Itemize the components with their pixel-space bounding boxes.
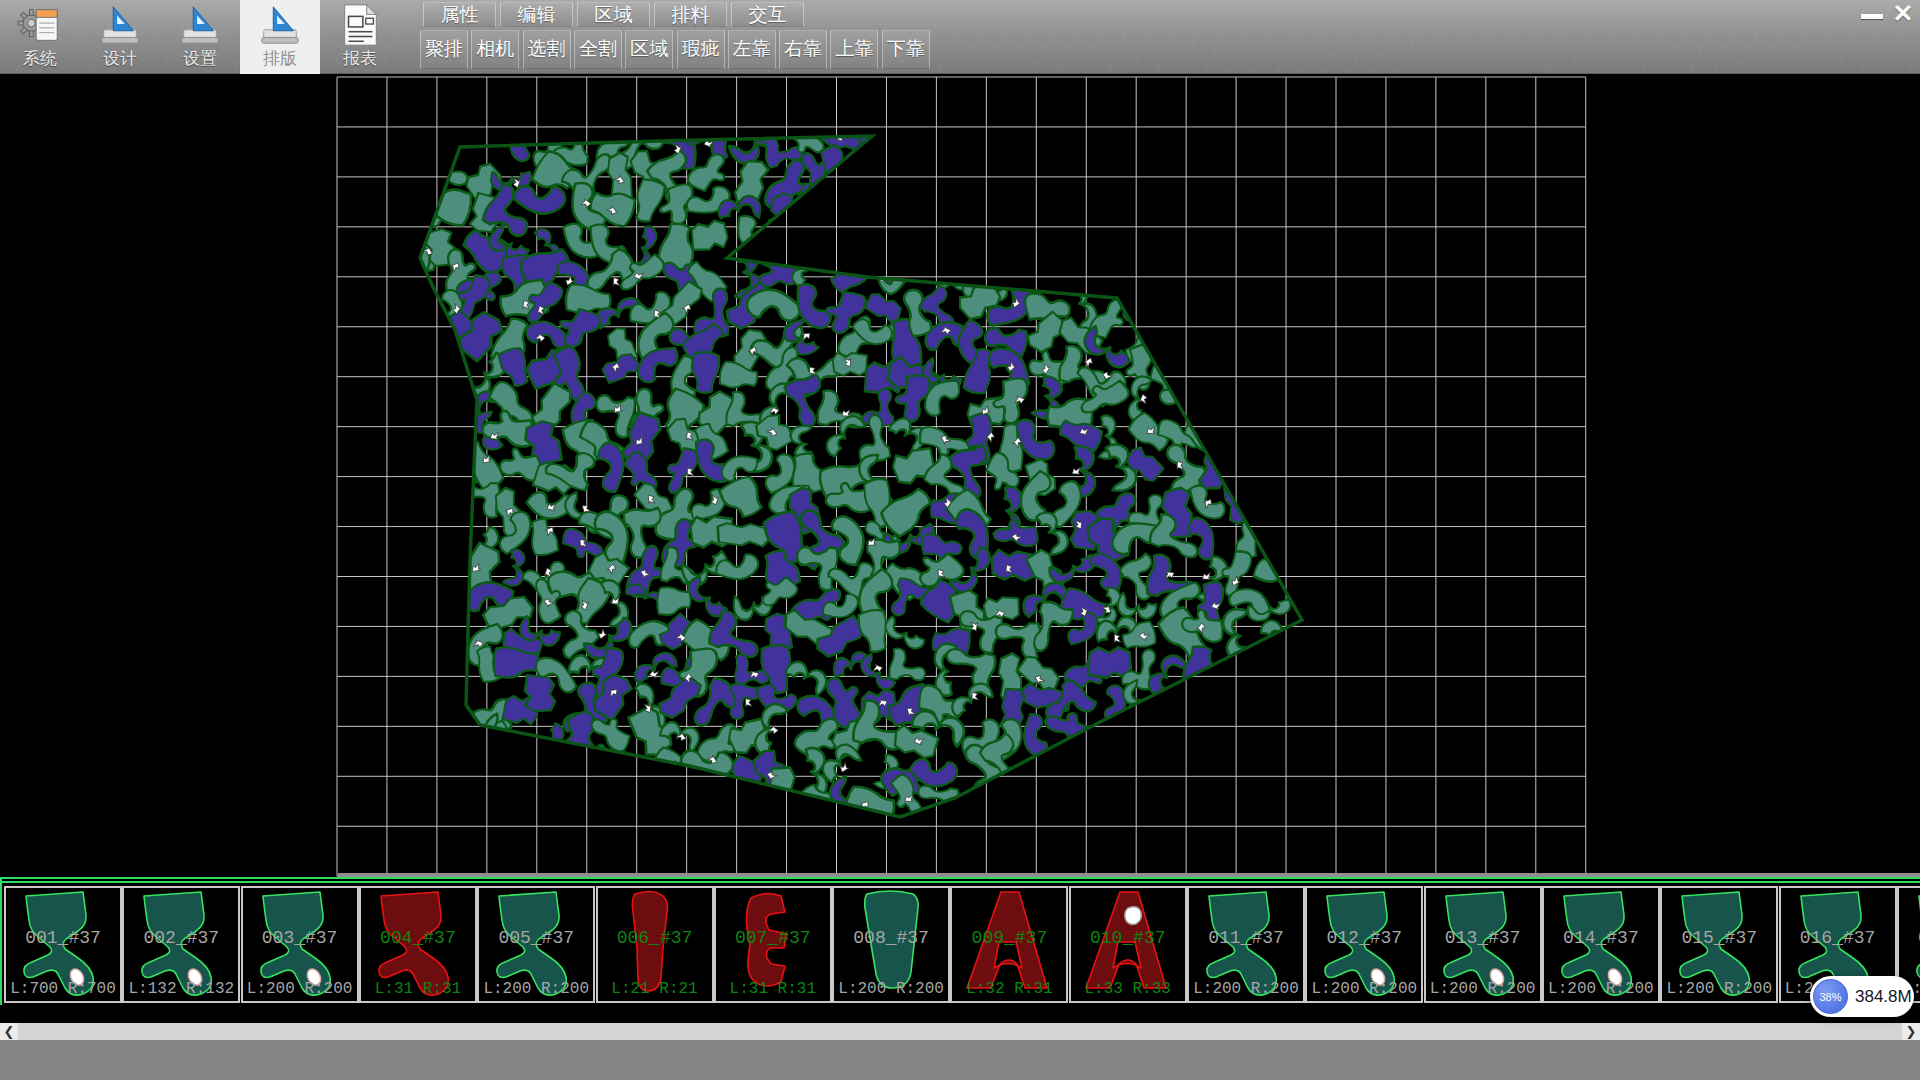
app-button-system[interactable]: 系统: [0, 0, 80, 74]
set-square-icon: [97, 2, 143, 48]
piece-thumbnail-007_#37[interactable]: 007_#37 L:31 R:31: [714, 886, 832, 1003]
piece-id-label: 010_#37: [1071, 928, 1185, 948]
set-square-icon: [257, 2, 303, 48]
app-button-report[interactable]: 报表: [320, 0, 400, 74]
scroll-right-button[interactable]: ❯: [1902, 1023, 1920, 1040]
app-button-label: 报表: [320, 47, 400, 70]
piece-id-label: 011_#37: [1189, 928, 1303, 948]
piece-lr-label: L:31 R:31: [361, 980, 475, 998]
piece-lr-label: L:200 R:200: [1426, 980, 1540, 998]
piece-lr-label: L:200 R:200: [479, 980, 593, 998]
piece-lr-label: L:200 R:200: [834, 980, 948, 998]
piece-lr-label: L:200 R:200: [1662, 980, 1776, 998]
piece-thumbnail-001_#37[interactable]: 001_#37 L:700 R:700: [4, 886, 122, 1003]
piece-thumbnail-004_#37[interactable]: 004_#37 L:31 R:31: [359, 886, 477, 1003]
tool-button-7[interactable]: 左靠: [728, 30, 776, 69]
tool-button-3[interactable]: 选割: [523, 30, 571, 69]
piece-thumbnail-002_#37[interactable]: 002_#37 L:132 R:132: [122, 886, 240, 1003]
close-icon: ✕: [1893, 0, 1914, 27]
piece-id-label: 005_#37: [479, 928, 593, 948]
set-square-icon: [177, 2, 223, 48]
menu-tab-4[interactable]: 排料: [654, 2, 727, 27]
status-footer: [0, 1040, 1920, 1080]
piece-lr-label: L:33 R:33: [1071, 980, 1185, 998]
memory-value: 384.8M: [1855, 976, 1912, 1017]
piece-id-label: 008_#37: [834, 928, 948, 948]
strip-separator-line: [0, 881, 1920, 883]
strip-left-edge: [0, 877, 2, 1005]
piece-id-label: 002_#37: [124, 928, 238, 948]
piece-id-label: 004_#37: [361, 928, 475, 948]
piece-id-label: 003_#37: [243, 928, 357, 948]
piece-thumbnail-008_#37[interactable]: 008_#37 L:200 R:200: [832, 886, 950, 1003]
tool-button-5[interactable]: 区域: [625, 30, 673, 69]
piece-lr-label: L:32 R:31: [952, 980, 1066, 998]
memory-usage-badge[interactable]: 38% 384.8M: [1810, 976, 1914, 1017]
piece-id-label: 014_#37: [1544, 928, 1658, 948]
menu-tab-1[interactable]: 属性: [423, 2, 496, 27]
menu-tab-2[interactable]: 编辑: [500, 2, 573, 27]
app-button-layout[interactable]: 排版: [240, 0, 320, 74]
usage-percent-indicator: 38%: [1813, 979, 1848, 1014]
report-document-icon: [337, 2, 383, 48]
app-button-design[interactable]: 设计: [80, 0, 160, 74]
tool-button-8[interactable]: 右靠: [779, 30, 827, 69]
nesting-canvas[interactable]: [0, 74, 1920, 877]
app-button-label: 系统: [0, 47, 80, 70]
piece-id-label: 012_#37: [1307, 928, 1421, 948]
close-button[interactable]: ✕: [1889, 0, 1917, 26]
piece-thumbnail-010_#37[interactable]: 010_#37 L:33 R:33: [1069, 886, 1187, 1003]
piece-thumbnail-009_#37[interactable]: 009_#37 L:32 R:31: [950, 886, 1068, 1003]
nesting-canvas-svg: [0, 74, 1920, 877]
piece-thumbnail-005_#37[interactable]: 005_#37 L:200 R:200: [477, 886, 595, 1003]
piece-thumbnail-003_#37[interactable]: 003_#37 L:200 R:200: [241, 886, 359, 1003]
minimize-button[interactable]: [1861, 12, 1885, 20]
piece-id-label: 017_#37: [1899, 928, 1920, 948]
piece-lr-label: L:31 R:31: [716, 980, 830, 998]
piece-lr-label: L:132 R:132: [124, 980, 238, 998]
piece-id-label: 016_#37: [1781, 928, 1895, 948]
strip-separator-line: [0, 877, 1920, 879]
scroll-left-button[interactable]: ❮: [0, 1023, 18, 1040]
tool-button-2[interactable]: 相机: [471, 30, 519, 69]
tool-button-6[interactable]: 瑕疵: [677, 30, 725, 69]
piece-lr-label: L:200 R:200: [243, 980, 357, 998]
piece-lr-label: L:200 R:200: [1544, 980, 1658, 998]
app-button-settings[interactable]: 设置: [160, 0, 240, 74]
titlebar: 系统设计设置排版报表 属性编辑区域排料交互 聚排相机选割全割区域瑕疵左靠右靠上靠…: [0, 0, 1920, 74]
app-button-label: 设置: [160, 47, 240, 70]
piece-thumbnail-013_#37[interactable]: 013_#37 L:200 R:200: [1424, 886, 1542, 1003]
piece-id-label: 006_#37: [598, 928, 712, 948]
minimize-icon: [1861, 14, 1883, 19]
piece-id-label: 013_#37: [1426, 928, 1540, 948]
app-button-label: 排版: [240, 47, 320, 70]
piece-thumbnail-strip: 001_#37L:700 R:700002_#37L:132 R:132003_…: [0, 877, 1920, 1023]
tool-button-4[interactable]: 全割: [574, 30, 622, 69]
gear-notebook-icon: [17, 2, 63, 48]
tool-button-9[interactable]: 上靠: [830, 30, 878, 69]
piece-thumbnail-012_#37[interactable]: 012_#37 L:200 R:200: [1305, 886, 1423, 1003]
defect-hole: [1124, 907, 1141, 925]
piece-id-label: 009_#37: [952, 928, 1066, 948]
piece-id-label: 007_#37: [716, 928, 830, 948]
menu-tab-5[interactable]: 交互: [731, 2, 804, 27]
piece-thumbnail-014_#37[interactable]: 014_#37 L:200 R:200: [1542, 886, 1660, 1003]
horizontal-scrollbar[interactable]: ❮ ❯: [0, 1023, 1920, 1040]
nested-pieces: [383, 112, 1306, 834]
piece-id-label: 015_#37: [1662, 928, 1776, 948]
piece-thumbnail-015_#37[interactable]: 015_#37 L:200 R:200: [1660, 886, 1778, 1003]
tool-button-1[interactable]: 聚排: [420, 30, 468, 69]
app-button-label: 设计: [80, 47, 160, 70]
piece-thumbnail-011_#37[interactable]: 011_#37 L:200 R:200: [1187, 886, 1305, 1003]
piece-lr-label: L:200 R:200: [1189, 980, 1303, 998]
application-window: { "app_toolbar": { "buttons": [ { "name"…: [0, 0, 1920, 1080]
piece-lr-label: L:21 R:21: [598, 980, 712, 998]
menu-tab-3[interactable]: 区域: [577, 2, 650, 27]
piece-id-label: 001_#37: [6, 928, 120, 948]
tool-button-10[interactable]: 下靠: [882, 30, 930, 69]
piece-thumbnail-006_#37[interactable]: 006_#37 L:21 R:21: [596, 886, 714, 1003]
piece-lr-label: L:200 R:200: [1307, 980, 1421, 998]
piece-lr-label: L:700 R:700: [6, 980, 120, 998]
